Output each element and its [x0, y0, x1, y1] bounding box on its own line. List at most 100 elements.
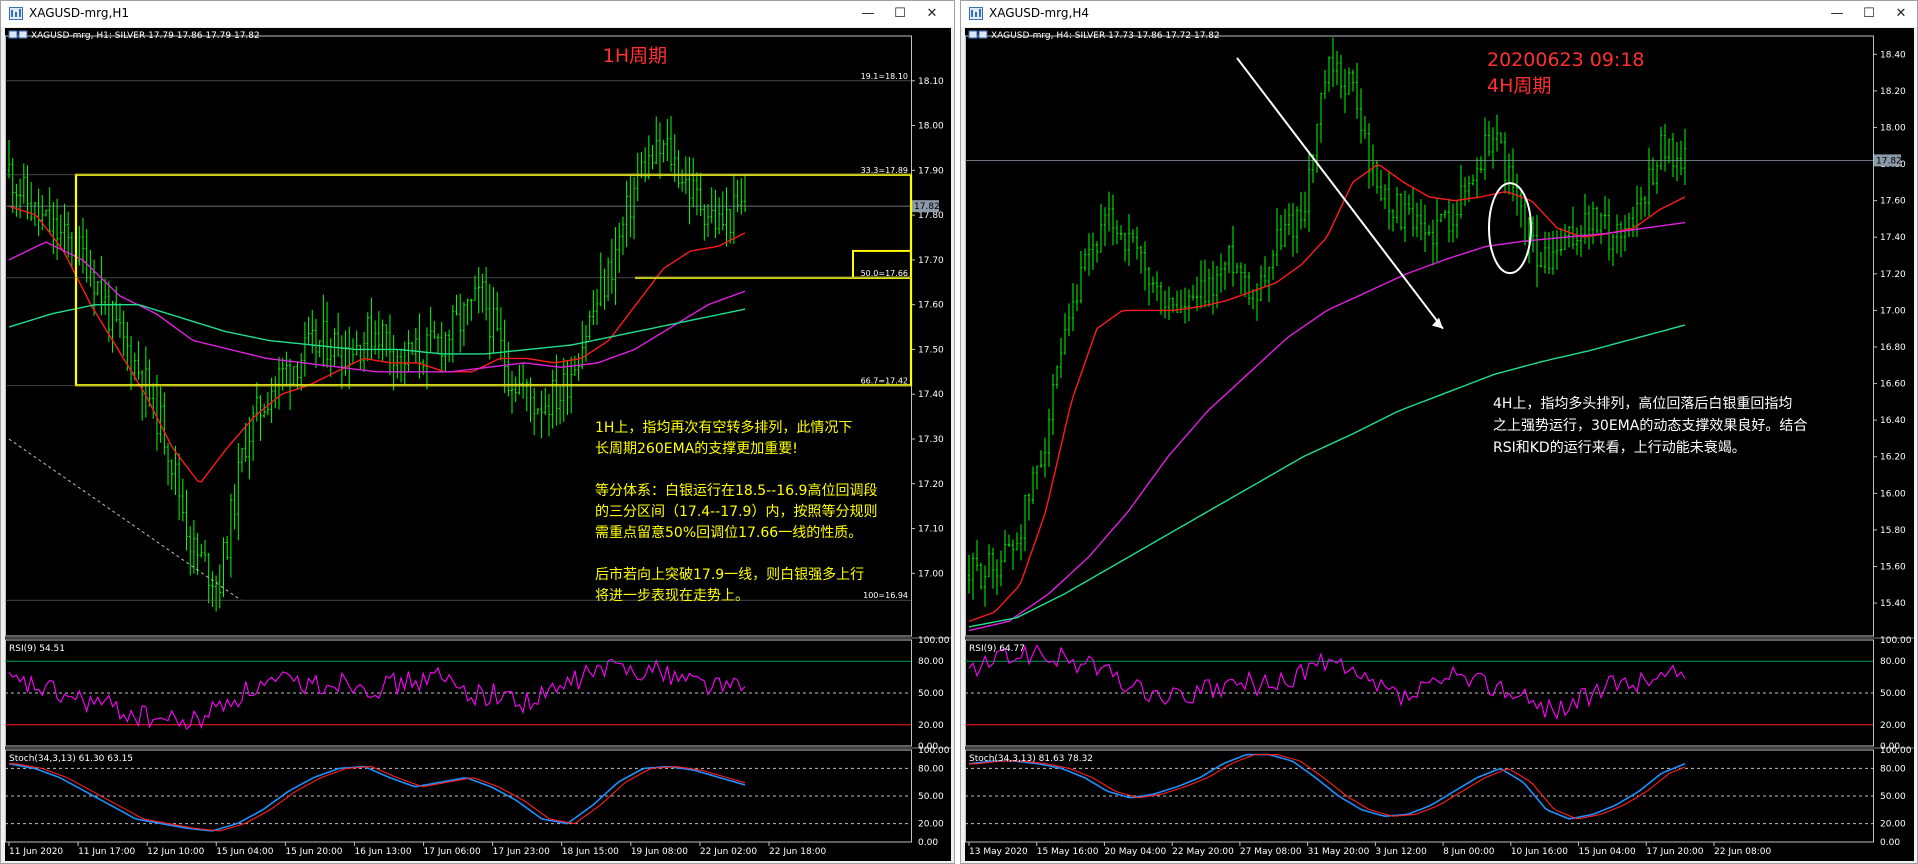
time-tick-label: 8 Jun 00:00 — [1443, 847, 1495, 857]
rsi-tick-label: 50.00 — [918, 689, 944, 699]
symbol-icon — [18, 30, 28, 39]
ema-30-line — [968, 164, 1686, 623]
rsi-tick-label: 80.00 — [1880, 657, 1906, 667]
rsi-label: RSI(9) 64.77 — [969, 644, 1025, 654]
current-price-label: 17.82 — [914, 202, 940, 212]
rsi-tick-label: 100.00 — [918, 636, 950, 646]
price-tick-label: 17.00 — [1880, 306, 1906, 316]
price-tick-label: 17.90 — [918, 166, 944, 176]
time-tick-label: 15 May 16:00 — [1037, 847, 1099, 857]
price-tick-label: 18.00 — [918, 122, 944, 132]
price-tick-label: 16.20 — [1880, 453, 1906, 463]
symbol-info: XAGUSD-mrg, H4: SILVER 17.73 17.86 17.72… — [991, 31, 1220, 41]
minimize-button[interactable]: — — [852, 3, 884, 25]
stoch-main-line — [8, 763, 746, 832]
price-tick-label: 17.40 — [1880, 233, 1906, 243]
rsi-tick-label: 100.00 — [1880, 636, 1912, 646]
time-tick-label: 18 Jun 15:00 — [562, 847, 619, 857]
stoch-pane-border — [965, 749, 1874, 843]
time-tick-label: 11 Jun 17:00 — [78, 847, 135, 857]
main-pane-border — [5, 35, 912, 637]
annotation-line: 后市若向上突破17.9一线，则白银强多上行 — [595, 566, 864, 583]
chart-area[interactable]: 18.10 18.00 17.90 17.80 17.70 17.60 17.50 17.40… — [5, 28, 951, 861]
trendline — [8, 438, 242, 601]
minimize-button[interactable]: — — [1821, 3, 1853, 25]
stoch-tick-label: 50.00 — [918, 792, 944, 802]
fib-level-label: 19.1=18.10 — [861, 72, 908, 81]
price-tick-label: 18.20 — [1880, 87, 1906, 97]
annotation-line: RSI和KD的运行来看，上行动能未衰竭。 — [1493, 439, 1746, 456]
symbol-icon — [968, 30, 978, 39]
stoch-label: Stoch(34,3,13) 81.63 78.32 — [969, 754, 1093, 764]
rsi-tick-label: 20.00 — [918, 721, 944, 731]
symbol-info: XAGUSD-mrg, H1: SILVER 17.79 17.86 17.79… — [31, 31, 260, 41]
price-tick-label: 16.00 — [1880, 489, 1906, 499]
price-tick-label: 17.50 — [918, 345, 944, 355]
price-tick-label: 15.40 — [1880, 599, 1906, 609]
time-tick-label: 15 Jun 04:00 — [1579, 847, 1636, 857]
stoch-main-line — [968, 753, 1686, 820]
annotation-line: 1H上，指均再次有空转多排列，此情况下 — [595, 419, 852, 436]
time-tick-label: 27 May 08:00 — [1240, 847, 1302, 857]
maximize-button[interactable]: ☐ — [1853, 3, 1885, 25]
time-tick-label: 12 Jun 10:00 — [147, 847, 204, 857]
stoch-tick-label: 20.00 — [1880, 820, 1906, 830]
price-tick-label: 18.40 — [1880, 50, 1906, 60]
annotation-line: 长周期260EMA的支撑更加重要! — [595, 441, 798, 457]
rsi-tick-label: 20.00 — [1880, 721, 1906, 731]
price-tick-label: 17.00 — [918, 569, 944, 579]
symbol-icon — [8, 30, 18, 39]
stoch-tick-label: 20.00 — [918, 820, 944, 830]
price-tick-label: 17.60 — [918, 301, 944, 311]
close-button[interactable]: ✕ — [1885, 3, 1917, 25]
price-tick-label: 17.20 — [1880, 270, 1906, 280]
price-tick-label: 18.10 — [918, 77, 944, 87]
price-chart-svg[interactable]: 18.4018.2018.0017.8017.6017.4017.2017.00… — [965, 28, 1914, 861]
stoch-tick-label: 100.00 — [918, 746, 950, 756]
time-tick-label: 10 Jun 16:00 — [1511, 847, 1568, 857]
title-bar[interactable]: XAGUSD-mrg,H4 — ☐ ✕ — [961, 1, 1917, 27]
time-tick-label: 15 Jun 04:00 — [216, 847, 273, 857]
stoch-tick-label: 100.00 — [1880, 746, 1912, 756]
time-tick-label: 17 Jun 23:00 — [493, 847, 550, 857]
annotation-line: 的三分区间（17.4--17.9）内，按照等分规则 — [595, 503, 877, 520]
price-tick-label: 16.60 — [1880, 380, 1906, 390]
annotation-line: 需重点留意50%回调位17.66一线的性质。 — [595, 524, 862, 541]
annotation-line: 4H上，指均多头排列，高位回落后白银重回指均 — [1493, 395, 1792, 412]
trend-arrow-line — [1236, 57, 1444, 330]
close-button[interactable]: ✕ — [916, 3, 948, 25]
stoch-tick-label: 50.00 — [1880, 792, 1906, 802]
chart-window-icon — [969, 7, 983, 20]
time-tick-label: 22 Jun 18:00 — [769, 847, 826, 857]
annotation-line: 将进一步表现在走势上。 — [595, 588, 749, 604]
chart-area[interactable]: 18.4018.2018.0017.8017.6017.4017.2017.00… — [965, 28, 1914, 861]
maximize-button[interactable]: ☐ — [884, 3, 916, 25]
price-tick-label: 17.80 — [918, 211, 944, 221]
price-tick-label: 17.70 — [918, 256, 944, 266]
time-tick-label: 22 May 20:00 — [1172, 847, 1234, 857]
title-bar[interactable]: XAGUSD-mrg,H1 — ☐ ✕ — [1, 1, 954, 27]
time-tick-label: 15 Jun 20:00 — [285, 847, 342, 857]
chart-window-h4[interactable]: XAGUSD-mrg,H4 — ☐ ✕ 18.4018.2018.0017.80… — [960, 0, 1918, 864]
time-tick-label: 16 Jun 13:00 — [354, 847, 411, 857]
chart-window-h1[interactable]: XAGUSD-mrg,H1 — ☐ ✕ 18.10 18.00 17.90 17.80… — [0, 0, 955, 864]
annotation-line: 等分体系：白银运行在18.5--16.9高位回调段 — [595, 482, 877, 499]
window-title: XAGUSD-mrg,H4 — [989, 6, 1089, 20]
symbol-icon — [978, 30, 988, 39]
time-tick-label: 22 Jun 08:00 — [1714, 847, 1771, 857]
stoch-label: Stoch(34,3,13) 61.30 63.15 — [9, 754, 133, 764]
time-tick-label: 17 Jun 20:00 — [1646, 847, 1703, 857]
current-price-label: 17.82 — [1876, 156, 1902, 166]
chart-overlay-title: 1H周期 — [603, 45, 667, 67]
fib-level-label: 50.0=17.66 — [861, 269, 908, 278]
time-tick-label: 3 Jun 12:00 — [1375, 847, 1427, 857]
fib-level-label: 33.3=17.89 — [861, 166, 908, 175]
chart-overlay-subtitle: 4H周期 — [1487, 75, 1551, 97]
price-chart-svg[interactable]: 18.10 18.00 17.90 17.80 17.70 17.60 17.50 17.40… — [5, 28, 951, 861]
price-tick-label: 16.40 — [1880, 416, 1906, 426]
time-tick-label: 19 Jun 08:00 — [631, 847, 688, 857]
time-tick-label: 20 May 04:00 — [1104, 847, 1166, 857]
chart-overlay-title: 20200623 09:18 — [1487, 49, 1645, 71]
price-tick-label: 17.30 — [918, 435, 944, 445]
rsi-tick-label: 80.00 — [918, 657, 944, 667]
